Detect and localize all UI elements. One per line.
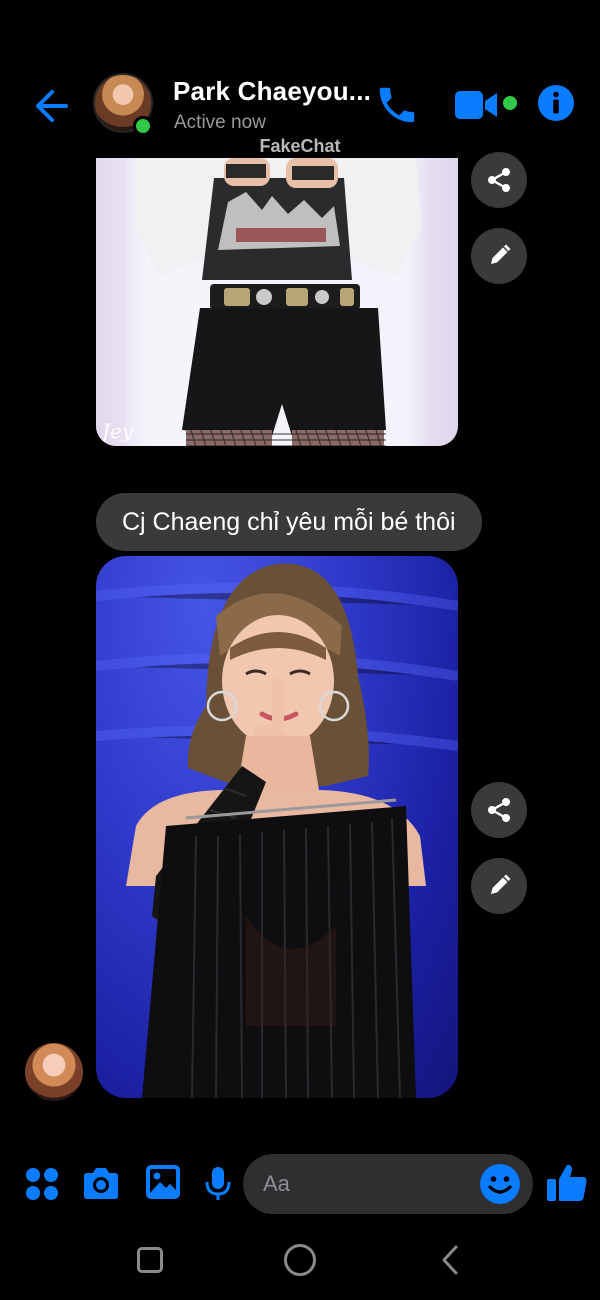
system-nav-bar <box>0 1224 600 1300</box>
apps-grid-icon <box>26 1168 58 1200</box>
photo-message[interactable] <box>96 556 458 1098</box>
message-bubble[interactable]: Cj Chaeng chỉ yêu mỗi bé thôi <box>96 493 482 551</box>
sender-avatar[interactable] <box>25 1043 83 1101</box>
camera-button[interactable] <box>80 1163 122 1205</box>
emoji-icon <box>480 1164 520 1204</box>
video-online-dot <box>503 96 517 110</box>
info-icon <box>538 85 574 121</box>
edit-button[interactable] <box>471 858 527 914</box>
video-camera-icon <box>455 91 497 119</box>
photo-message[interactable]: Jey <box>96 158 458 446</box>
photo-content <box>96 563 458 1098</box>
message-composer <box>0 1148 600 1220</box>
contact-name[interactable]: Park Chaeyou... <box>173 76 371 107</box>
back-button[interactable] <box>30 84 74 128</box>
pencil-icon <box>491 874 511 894</box>
phone-icon <box>379 87 415 123</box>
voice-call-button[interactable] <box>374 82 420 128</box>
gallery-button[interactable] <box>143 1162 183 1202</box>
share-icon <box>488 798 510 822</box>
info-button[interactable] <box>537 84 575 122</box>
home-button[interactable] <box>284 1244 316 1276</box>
microphone-button[interactable] <box>203 1164 233 1204</box>
like-button[interactable] <box>545 1161 589 1205</box>
camera-icon <box>84 1168 118 1199</box>
system-back-button[interactable] <box>438 1244 462 1276</box>
arrow-left-icon <box>36 90 68 122</box>
share-button[interactable] <box>471 782 527 838</box>
share-icon <box>488 168 510 192</box>
contact-status: Active now <box>174 112 266 133</box>
edit-button[interactable] <box>471 228 527 284</box>
photo-signature: Jey <box>98 419 134 443</box>
thumbs-up-icon <box>547 1164 587 1201</box>
microphone-icon <box>205 1167 231 1200</box>
recents-button[interactable] <box>137 1247 163 1273</box>
photo-content: Jey <box>96 158 458 446</box>
emoji-button[interactable] <box>479 1163 521 1205</box>
video-call-button[interactable] <box>452 85 500 125</box>
image-icon <box>146 1165 180 1199</box>
online-indicator <box>133 116 153 136</box>
message-text: Cj Chaeng chỉ yêu mỗi bé thôi <box>122 507 456 536</box>
share-button[interactable] <box>471 152 527 208</box>
pencil-icon <box>491 244 511 264</box>
apps-button[interactable] <box>22 1164 62 1204</box>
chevron-left-icon <box>442 1245 458 1275</box>
